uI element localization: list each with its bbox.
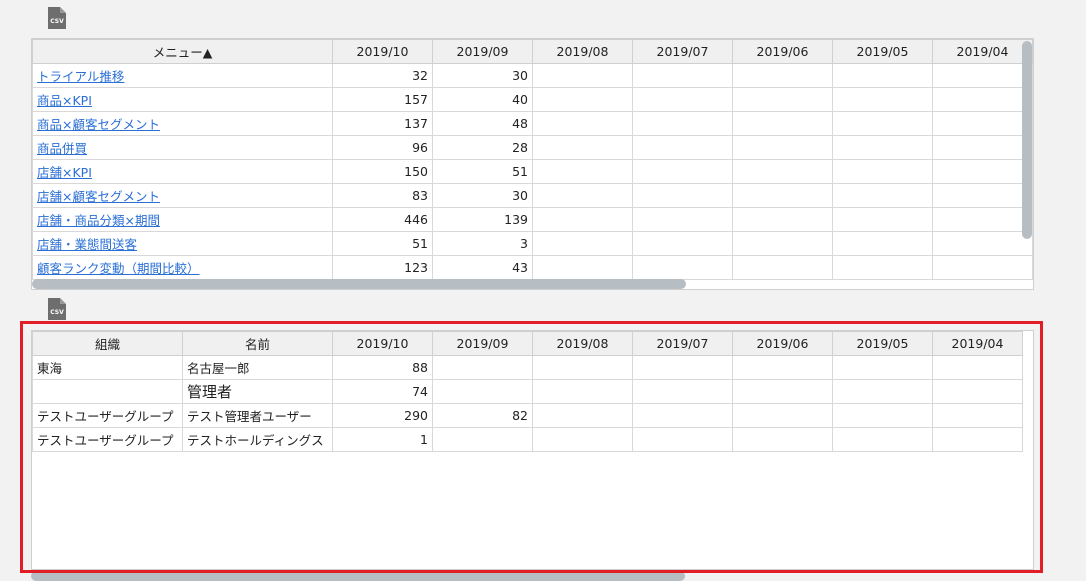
csv-download-icon[interactable]: CSV <box>48 7 66 29</box>
table-row: 顧客ランク変動（期間比較） 123 43 <box>32 255 1033 280</box>
menu-link[interactable]: 商品×顧客セグメント <box>37 117 160 132</box>
menu-link[interactable]: トライアル推移 <box>37 69 124 84</box>
menu-table-header: メニュー▲ 2019/10 2019/09 2019/08 2019/07 20… <box>32 39 1033 64</box>
table-row: 商品併買 96 28 <box>32 135 1033 160</box>
column-header-month[interactable]: 2019/10 <box>332 39 433 64</box>
menu-link[interactable]: 店舗・商品分類×期間 <box>37 213 160 228</box>
column-header-month[interactable]: 2019/08 <box>532 39 633 64</box>
cell-value: 123 <box>332 255 433 280</box>
menu-usage-panel: メニュー▲ 2019/10 2019/09 2019/08 2019/07 20… <box>31 38 1034 290</box>
table-row: 店舗・商品分類×期間 446 139 <box>32 207 1033 232</box>
table-row: 店舗・業態間送客 51 3 <box>32 231 1033 256</box>
column-header-month[interactable]: 2019/04 <box>932 39 1033 64</box>
svg-text:CSV: CSV <box>50 18 64 25</box>
column-header-month[interactable]: 2019/05 <box>832 39 933 64</box>
cell-value: 96 <box>332 135 433 160</box>
cell-value: 137 <box>332 111 433 136</box>
menu-link[interactable]: 店舗・業態間送客 <box>37 237 137 252</box>
cell-value: 139 <box>432 207 533 232</box>
cell-value: 30 <box>432 63 533 88</box>
cell-value: 28 <box>432 135 533 160</box>
cell-value: 446 <box>332 207 433 232</box>
menu-usage-table: メニュー▲ 2019/10 2019/09 2019/08 2019/07 20… <box>32 39 1033 280</box>
csv-download-icon[interactable]: CSV <box>48 298 66 320</box>
highlight-box <box>20 321 1043 573</box>
menu-link[interactable]: 商品併買 <box>37 141 87 156</box>
menu-link[interactable]: 店舗×顧客セグメント <box>37 189 160 204</box>
cell-value: 51 <box>432 159 533 184</box>
menu-link[interactable]: 商品×KPI <box>37 93 92 108</box>
horizontal-scrollbar[interactable] <box>32 279 686 289</box>
cell-value: 157 <box>332 87 433 112</box>
cell-value: 51 <box>332 231 433 256</box>
column-header-menu[interactable]: メニュー▲ <box>32 39 333 64</box>
column-header-month[interactable]: 2019/06 <box>732 39 833 64</box>
cell-value: 30 <box>432 183 533 208</box>
cell-value: 43 <box>432 255 533 280</box>
table-row: 商品×顧客セグメント 137 48 <box>32 111 1033 136</box>
table-row: 商品×KPI 157 40 <box>32 87 1033 112</box>
column-header-month[interactable]: 2019/09 <box>432 39 533 64</box>
cell-value: 40 <box>432 87 533 112</box>
menu-link[interactable]: 店舗×KPI <box>37 165 92 180</box>
table-row: 店舗×KPI 150 51 <box>32 159 1033 184</box>
cell-value: 83 <box>332 183 433 208</box>
table-row: トライアル推移 32 30 <box>32 63 1033 88</box>
cell-value: 32 <box>332 63 433 88</box>
cell-value: 150 <box>332 159 433 184</box>
vertical-scrollbar[interactable] <box>1022 41 1032 239</box>
table-row: 店舗×顧客セグメント 83 30 <box>32 183 1033 208</box>
menu-link[interactable]: 顧客ランク変動（期間比較） <box>37 261 200 276</box>
column-header-month[interactable]: 2019/07 <box>632 39 733 64</box>
cell-value: 3 <box>432 231 533 256</box>
cell-value: 48 <box>432 111 533 136</box>
svg-text:CSV: CSV <box>50 309 64 316</box>
